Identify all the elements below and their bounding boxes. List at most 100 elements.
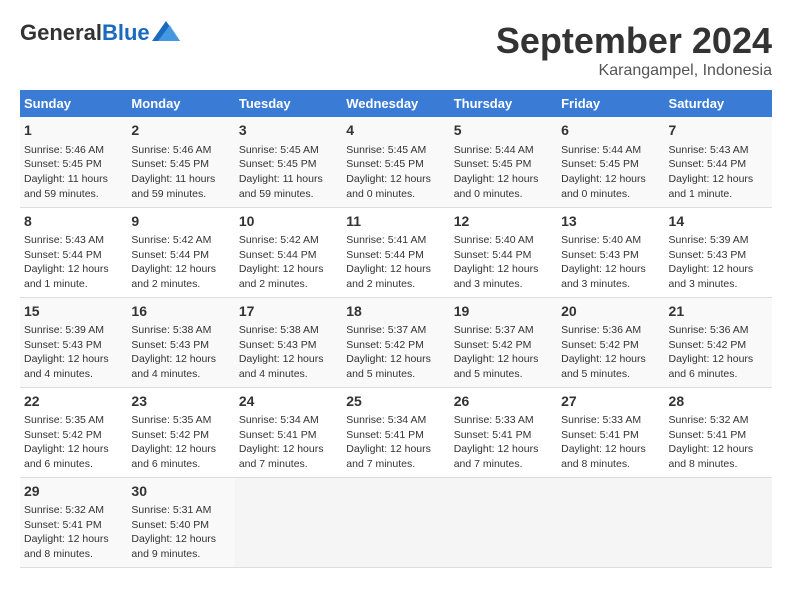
sunrise-text: Sunrise: 5:36 AM xyxy=(561,323,660,338)
daylight-minutes-text: and 1 minute. xyxy=(669,187,768,202)
calendar-cell: 20Sunrise: 5:36 AMSunset: 5:42 PMDayligh… xyxy=(557,297,664,387)
sunset-text: Sunset: 5:41 PM xyxy=(669,428,768,443)
days-header-row: SundayMondayTuesdayWednesdayThursdayFrid… xyxy=(20,90,772,117)
day-number: 11 xyxy=(346,212,445,232)
calendar-cell: 23Sunrise: 5:35 AMSunset: 5:42 PMDayligh… xyxy=(127,387,234,477)
sunrise-text: Sunrise: 5:35 AM xyxy=(24,413,123,428)
daylight-minutes-text: and 59 minutes. xyxy=(24,187,123,202)
daylight-hours-text: Daylight: 12 hours xyxy=(561,442,660,457)
calendar-cell: 8Sunrise: 5:43 AMSunset: 5:44 PMDaylight… xyxy=(20,207,127,297)
sunrise-text: Sunrise: 5:42 AM xyxy=(239,233,338,248)
day-number: 25 xyxy=(346,392,445,412)
day-number: 14 xyxy=(669,212,768,232)
day-number: 5 xyxy=(454,121,553,141)
daylight-minutes-text: and 6 minutes. xyxy=(669,367,768,382)
logo-blue: Blue xyxy=(102,20,150,46)
daylight-hours-text: Daylight: 11 hours xyxy=(131,172,230,187)
day-header-sunday: Sunday xyxy=(20,90,127,117)
day-number: 26 xyxy=(454,392,553,412)
week-row-1: 1 Sunrise: 5:46 AM Sunset: 5:45 PM Daylight… xyxy=(20,117,772,207)
day-number: 10 xyxy=(239,212,338,232)
daylight-minutes-text: and 8 minutes. xyxy=(669,457,768,472)
day-number: 24 xyxy=(239,392,338,412)
calendar-table: SundayMondayTuesdayWednesdayThursdayFrid… xyxy=(20,90,772,568)
day-number: 6 xyxy=(561,121,660,141)
daylight-minutes-text: and 3 minutes. xyxy=(669,277,768,292)
day-number: 21 xyxy=(669,302,768,322)
day-number: 23 xyxy=(131,392,230,412)
sunset-text: Sunset: 5:42 PM xyxy=(24,428,123,443)
sunrise-text: Sunrise: 5:39 AM xyxy=(669,233,768,248)
sunrise-text: Sunrise: 5:44 AM xyxy=(561,143,660,158)
day-number: 13 xyxy=(561,212,660,232)
daylight-minutes-text: and 6 minutes. xyxy=(131,457,230,472)
logo: GeneralBlue xyxy=(20,20,180,46)
sunset-text: Sunset: 5:40 PM xyxy=(131,518,230,533)
daylight-minutes-text: and 7 minutes. xyxy=(239,457,338,472)
sunrise-text: Sunrise: 5:45 AM xyxy=(239,143,338,158)
calendar-cell: 7Sunrise: 5:43 AMSunset: 5:44 PMDaylight… xyxy=(665,117,772,207)
calendar-cell: 22Sunrise: 5:35 AMSunset: 5:42 PMDayligh… xyxy=(20,387,127,477)
sunset-text: Sunset: 5:45 PM xyxy=(454,157,553,172)
daylight-minutes-text: and 3 minutes. xyxy=(454,277,553,292)
sunset-text: Sunset: 5:41 PM xyxy=(24,518,123,533)
calendar-cell xyxy=(665,477,772,567)
day-number: 4 xyxy=(346,121,445,141)
sunset-text: Sunset: 5:44 PM xyxy=(454,248,553,263)
daylight-hours-text: Daylight: 12 hours xyxy=(24,262,123,277)
calendar-cell: 24Sunrise: 5:34 AMSunset: 5:41 PMDayligh… xyxy=(235,387,342,477)
sunrise-text: Sunrise: 5:37 AM xyxy=(454,323,553,338)
page-header: GeneralBlue September 2024 Karangampel, … xyxy=(20,20,772,80)
calendar-cell: 27Sunrise: 5:33 AMSunset: 5:41 PMDayligh… xyxy=(557,387,664,477)
day-number: 8 xyxy=(24,212,123,232)
sunset-text: Sunset: 5:41 PM xyxy=(561,428,660,443)
day-number: 18 xyxy=(346,302,445,322)
sunset-text: Sunset: 5:43 PM xyxy=(561,248,660,263)
calendar-cell: 25Sunrise: 5:34 AMSunset: 5:41 PMDayligh… xyxy=(342,387,449,477)
daylight-minutes-text: and 9 minutes. xyxy=(131,547,230,562)
logo-icon xyxy=(152,21,180,41)
daylight-hours-text: Daylight: 12 hours xyxy=(454,262,553,277)
daylight-minutes-text: and 7 minutes. xyxy=(346,457,445,472)
sunrise-text: Sunrise: 5:32 AM xyxy=(24,503,123,518)
calendar-cell xyxy=(342,477,449,567)
day-header-wednesday: Wednesday xyxy=(342,90,449,117)
daylight-minutes-text: and 8 minutes. xyxy=(561,457,660,472)
daylight-minutes-text: and 2 minutes. xyxy=(239,277,338,292)
daylight-hours-text: Daylight: 12 hours xyxy=(131,532,230,547)
day-number: 1 xyxy=(24,121,123,141)
calendar-cell xyxy=(235,477,342,567)
daylight-minutes-text: and 2 minutes. xyxy=(131,277,230,292)
sunset-text: Sunset: 5:42 PM xyxy=(454,338,553,353)
sunrise-text: Sunrise: 5:46 AM xyxy=(131,143,230,158)
sunrise-text: Sunrise: 5:44 AM xyxy=(454,143,553,158)
day-number: 16 xyxy=(131,302,230,322)
daylight-hours-text: Daylight: 12 hours xyxy=(346,262,445,277)
day-header-monday: Monday xyxy=(127,90,234,117)
sunset-text: Sunset: 5:41 PM xyxy=(239,428,338,443)
sunrise-text: Sunrise: 5:41 AM xyxy=(346,233,445,248)
day-number: 20 xyxy=(561,302,660,322)
day-number: 15 xyxy=(24,302,123,322)
calendar-cell: 11Sunrise: 5:41 AMSunset: 5:44 PMDayligh… xyxy=(342,207,449,297)
day-number: 3 xyxy=(239,121,338,141)
day-header-thursday: Thursday xyxy=(450,90,557,117)
daylight-minutes-text: and 0 minutes. xyxy=(454,187,553,202)
daylight-hours-text: Daylight: 12 hours xyxy=(24,352,123,367)
daylight-minutes-text: and 6 minutes. xyxy=(24,457,123,472)
daylight-minutes-text: and 4 minutes. xyxy=(131,367,230,382)
daylight-minutes-text: and 0 minutes. xyxy=(561,187,660,202)
daylight-hours-text: Daylight: 12 hours xyxy=(454,352,553,367)
daylight-minutes-text: and 7 minutes. xyxy=(454,457,553,472)
week-row-2: 8Sunrise: 5:43 AMSunset: 5:44 PMDaylight… xyxy=(20,207,772,297)
daylight-hours-text: Daylight: 12 hours xyxy=(239,262,338,277)
daylight-hours-text: Daylight: 12 hours xyxy=(131,442,230,457)
daylight-minutes-text: and 4 minutes. xyxy=(239,367,338,382)
sunset-text: Sunset: 5:44 PM xyxy=(346,248,445,263)
calendar-cell: 15Sunrise: 5:39 AMSunset: 5:43 PMDayligh… xyxy=(20,297,127,387)
daylight-minutes-text: and 5 minutes. xyxy=(561,367,660,382)
daylight-hours-text: Daylight: 12 hours xyxy=(561,262,660,277)
calendar-cell: 18Sunrise: 5:37 AMSunset: 5:42 PMDayligh… xyxy=(342,297,449,387)
calendar-cell: 4Sunrise: 5:45 AMSunset: 5:45 PMDaylight… xyxy=(342,117,449,207)
week-row-5: 29Sunrise: 5:32 AMSunset: 5:41 PMDayligh… xyxy=(20,477,772,567)
